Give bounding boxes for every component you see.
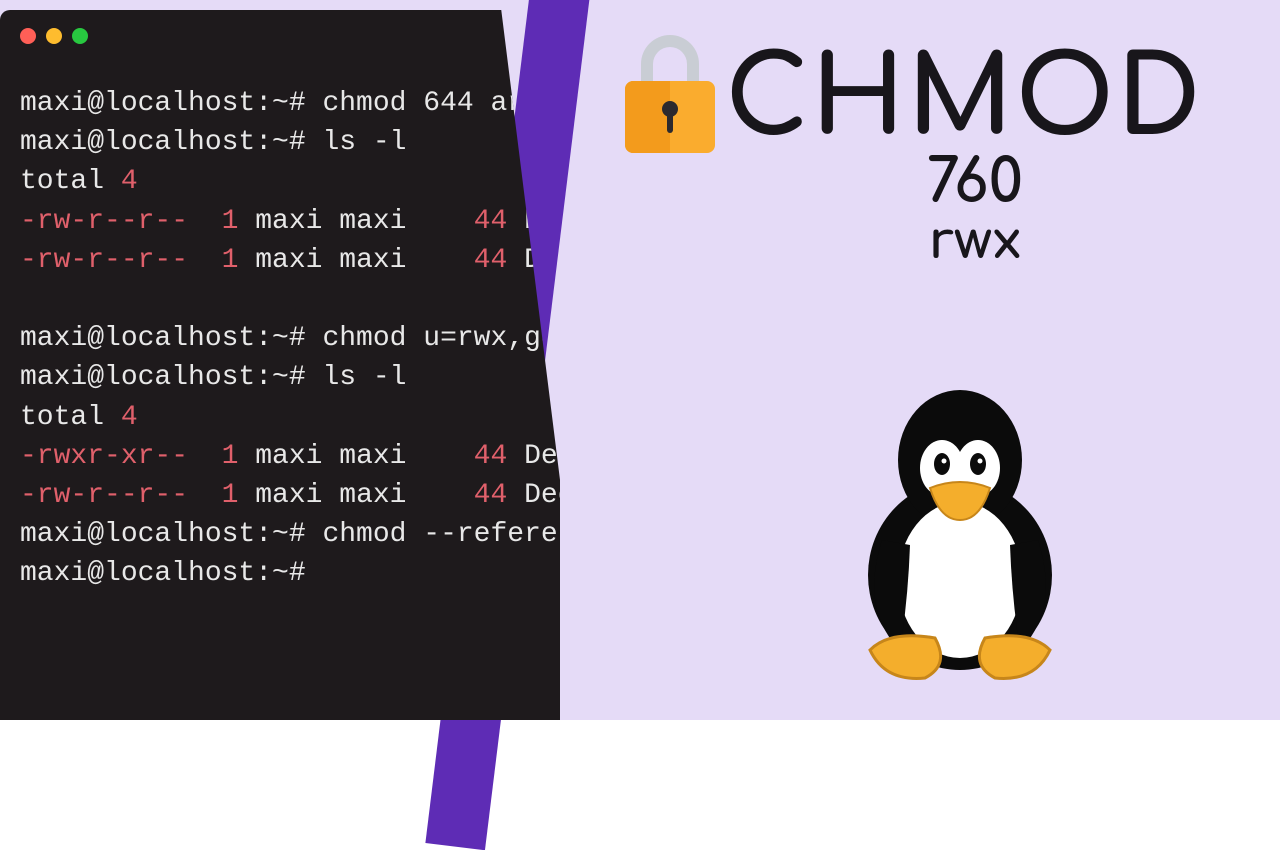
total-label: total <box>20 166 121 197</box>
file-linkcount: 1 <box>188 245 238 276</box>
file-owner: maxi maxi <box>238 441 406 472</box>
terminal-line: maxi@localhost:~# ls -l <box>20 358 560 397</box>
file-size: 44 <box>406 480 507 511</box>
chmod-symbolic: rwx <box>705 216 1245 268</box>
terminal-output: maxi@localhost:~# chmod 644 archmaxi@loc… <box>20 84 560 593</box>
close-icon[interactable] <box>20 28 36 44</box>
command-text: ls -l <box>322 362 406 393</box>
prompt: maxi@localhost:~# <box>20 323 322 354</box>
prompt: maxi@localhost:~# <box>20 362 322 393</box>
file-permissions: -rw-r--r-- <box>20 206 188 237</box>
prompt: maxi@localhost:~# <box>20 88 322 119</box>
file-owner: maxi maxi <box>238 206 406 237</box>
terminal-line <box>20 280 560 319</box>
right-content: CHMOD 760 rwx <box>625 40 1265 268</box>
total-label: total <box>20 402 121 433</box>
file-owner: maxi maxi <box>238 245 406 276</box>
terminal-line: maxi@localhost:~# ls -l <box>20 123 560 162</box>
page-title: CHMOD <box>725 40 1203 160</box>
command-text: chmod --reference= <box>322 519 560 550</box>
command-text: ls -l <box>322 127 406 158</box>
terminal-window: maxi@localhost:~# chmod 644 archmaxi@loc… <box>0 0 560 720</box>
file-linkcount: 1 <box>188 206 238 237</box>
file-date: Dec 1 <box>507 441 560 472</box>
chmod-octal: 760 <box>705 154 1245 214</box>
prompt: maxi@localhost:~# <box>20 558 322 589</box>
terminal-body[interactable]: maxi@localhost:~# chmod 644 archmaxi@loc… <box>0 10 560 720</box>
file-permissions: -rw-r--r-- <box>20 245 188 276</box>
terminal-line: -rw-r--r-- 1 maxi maxi 44 Dec <box>20 202 560 241</box>
total-count: 4 <box>121 166 138 197</box>
minimize-icon[interactable] <box>46 28 62 44</box>
lock-icon <box>625 35 715 155</box>
prompt: maxi@localhost:~# <box>20 519 322 550</box>
terminal-line: maxi@localhost:~# chmod u=rwx,g=rx <box>20 319 560 358</box>
file-linkcount: 1 <box>188 480 238 511</box>
terminal-line: maxi@localhost:~# chmod 644 arch <box>20 84 560 123</box>
file-owner: maxi maxi <box>238 480 406 511</box>
terminal-line: maxi@localhost:~# chmod --reference= <box>20 515 560 554</box>
file-permissions: -rw-r--r-- <box>20 480 188 511</box>
terminal-line: -rw-r--r-- 1 maxi maxi 44 Dec <box>20 241 560 280</box>
command-text: chmod u=rwx,g=rx <box>322 323 560 354</box>
file-linkcount: 1 <box>188 441 238 472</box>
file-permissions: -rwxr-xr-- <box>20 441 188 472</box>
terminal-line: -rwxr-xr-- 1 maxi maxi 44 Dec 1 <box>20 437 560 476</box>
total-count: 4 <box>121 402 138 433</box>
zoom-icon[interactable] <box>72 28 88 44</box>
file-date: Dec 2 <box>507 480 560 511</box>
terminal-line: maxi@localhost:~# <box>20 554 560 593</box>
terminal-line: total 4 <box>20 162 560 201</box>
terminal-line: -rw-r--r-- 1 maxi maxi 44 Dec 2 <box>20 476 560 515</box>
title-row: CHMOD <box>625 40 1265 160</box>
file-size: 44 <box>406 206 507 237</box>
window-controls <box>20 28 560 44</box>
tux-penguin-icon <box>830 380 1090 680</box>
subtitle-block: 760 rwx <box>705 154 1245 268</box>
file-size: 44 <box>406 245 507 276</box>
file-size: 44 <box>406 441 507 472</box>
terminal-line: total 4 <box>20 398 560 437</box>
prompt: maxi@localhost:~# <box>20 127 322 158</box>
